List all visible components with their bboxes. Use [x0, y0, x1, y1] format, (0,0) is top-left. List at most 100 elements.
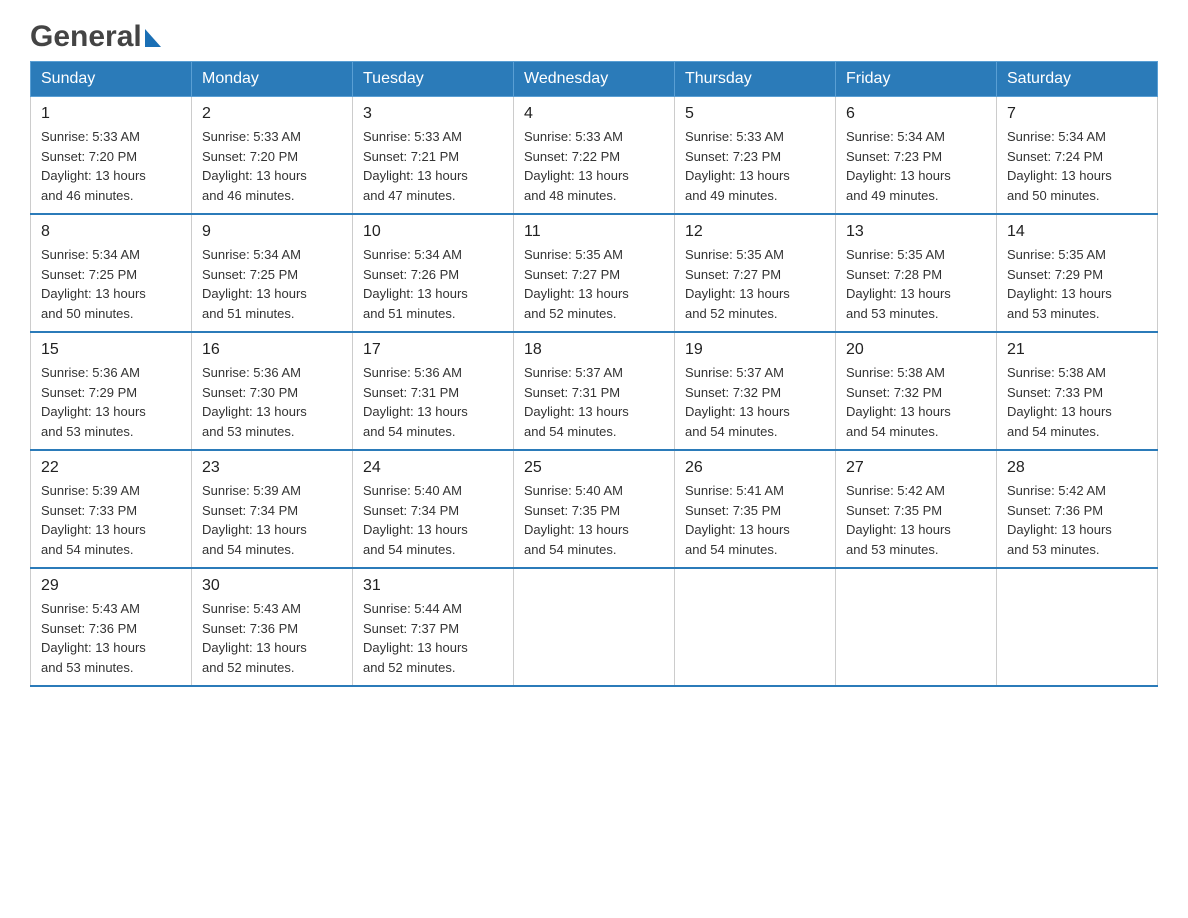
calendar-cell: 16 Sunrise: 5:36 AM Sunset: 7:30 PM Dayl… [192, 332, 353, 450]
day-number: 29 [41, 577, 181, 595]
day-info: Sunrise: 5:38 AM Sunset: 7:32 PM Dayligh… [846, 363, 986, 441]
day-info: Sunrise: 5:33 AM Sunset: 7:21 PM Dayligh… [363, 127, 503, 205]
calendar-table: SundayMondayTuesdayWednesdayThursdayFrid… [30, 61, 1158, 687]
day-info: Sunrise: 5:36 AM Sunset: 7:31 PM Dayligh… [363, 363, 503, 441]
day-info: Sunrise: 5:33 AM Sunset: 7:22 PM Dayligh… [524, 127, 664, 205]
calendar-cell [675, 568, 836, 686]
col-header-wednesday: Wednesday [514, 62, 675, 97]
day-number: 15 [41, 341, 181, 359]
col-header-monday: Monday [192, 62, 353, 97]
logo: General [30, 20, 161, 51]
calendar-cell: 28 Sunrise: 5:42 AM Sunset: 7:36 PM Dayl… [997, 450, 1158, 568]
day-info: Sunrise: 5:38 AM Sunset: 7:33 PM Dayligh… [1007, 363, 1147, 441]
calendar-cell: 20 Sunrise: 5:38 AM Sunset: 7:32 PM Dayl… [836, 332, 997, 450]
day-info: Sunrise: 5:36 AM Sunset: 7:30 PM Dayligh… [202, 363, 342, 441]
calendar-cell: 21 Sunrise: 5:38 AM Sunset: 7:33 PM Dayl… [997, 332, 1158, 450]
day-number: 3 [363, 105, 503, 123]
calendar-week-row: 22 Sunrise: 5:39 AM Sunset: 7:33 PM Dayl… [31, 450, 1158, 568]
day-number: 2 [202, 105, 342, 123]
calendar-cell: 27 Sunrise: 5:42 AM Sunset: 7:35 PM Dayl… [836, 450, 997, 568]
day-info: Sunrise: 5:43 AM Sunset: 7:36 PM Dayligh… [202, 599, 342, 677]
day-number: 6 [846, 105, 986, 123]
day-number: 30 [202, 577, 342, 595]
calendar-cell: 14 Sunrise: 5:35 AM Sunset: 7:29 PM Dayl… [997, 214, 1158, 332]
day-number: 23 [202, 459, 342, 477]
col-header-tuesday: Tuesday [353, 62, 514, 97]
day-info: Sunrise: 5:40 AM Sunset: 7:34 PM Dayligh… [363, 481, 503, 559]
logo-general-text: General [30, 20, 142, 53]
calendar-cell: 5 Sunrise: 5:33 AM Sunset: 7:23 PM Dayli… [675, 97, 836, 215]
col-header-thursday: Thursday [675, 62, 836, 97]
calendar-cell: 30 Sunrise: 5:43 AM Sunset: 7:36 PM Dayl… [192, 568, 353, 686]
day-number: 14 [1007, 223, 1147, 241]
calendar-cell: 13 Sunrise: 5:35 AM Sunset: 7:28 PM Dayl… [836, 214, 997, 332]
calendar-cell: 6 Sunrise: 5:34 AM Sunset: 7:23 PM Dayli… [836, 97, 997, 215]
day-info: Sunrise: 5:34 AM Sunset: 7:25 PM Dayligh… [202, 245, 342, 323]
day-info: Sunrise: 5:33 AM Sunset: 7:20 PM Dayligh… [41, 127, 181, 205]
day-number: 5 [685, 105, 825, 123]
day-info: Sunrise: 5:33 AM Sunset: 7:20 PM Dayligh… [202, 127, 342, 205]
day-number: 9 [202, 223, 342, 241]
calendar-header-row: SundayMondayTuesdayWednesdayThursdayFrid… [31, 62, 1158, 97]
calendar-cell: 11 Sunrise: 5:35 AM Sunset: 7:27 PM Dayl… [514, 214, 675, 332]
day-info: Sunrise: 5:39 AM Sunset: 7:34 PM Dayligh… [202, 481, 342, 559]
calendar-cell: 29 Sunrise: 5:43 AM Sunset: 7:36 PM Dayl… [31, 568, 192, 686]
day-number: 25 [524, 459, 664, 477]
day-number: 18 [524, 341, 664, 359]
calendar-cell: 24 Sunrise: 5:40 AM Sunset: 7:34 PM Dayl… [353, 450, 514, 568]
day-number: 11 [524, 223, 664, 241]
calendar-cell: 17 Sunrise: 5:36 AM Sunset: 7:31 PM Dayl… [353, 332, 514, 450]
page-header: General [30, 20, 1158, 51]
calendar-cell [836, 568, 997, 686]
calendar-cell: 15 Sunrise: 5:36 AM Sunset: 7:29 PM Dayl… [31, 332, 192, 450]
calendar-cell: 12 Sunrise: 5:35 AM Sunset: 7:27 PM Dayl… [675, 214, 836, 332]
day-info: Sunrise: 5:42 AM Sunset: 7:35 PM Dayligh… [846, 481, 986, 559]
day-info: Sunrise: 5:34 AM Sunset: 7:26 PM Dayligh… [363, 245, 503, 323]
calendar-cell: 3 Sunrise: 5:33 AM Sunset: 7:21 PM Dayli… [353, 97, 514, 215]
calendar-cell: 10 Sunrise: 5:34 AM Sunset: 7:26 PM Dayl… [353, 214, 514, 332]
calendar-cell: 19 Sunrise: 5:37 AM Sunset: 7:32 PM Dayl… [675, 332, 836, 450]
day-number: 19 [685, 341, 825, 359]
day-number: 10 [363, 223, 503, 241]
calendar-cell: 7 Sunrise: 5:34 AM Sunset: 7:24 PM Dayli… [997, 97, 1158, 215]
col-header-saturday: Saturday [997, 62, 1158, 97]
day-info: Sunrise: 5:35 AM Sunset: 7:27 PM Dayligh… [685, 245, 825, 323]
calendar-cell: 18 Sunrise: 5:37 AM Sunset: 7:31 PM Dayl… [514, 332, 675, 450]
day-info: Sunrise: 5:36 AM Sunset: 7:29 PM Dayligh… [41, 363, 181, 441]
day-number: 12 [685, 223, 825, 241]
day-info: Sunrise: 5:41 AM Sunset: 7:35 PM Dayligh… [685, 481, 825, 559]
day-info: Sunrise: 5:37 AM Sunset: 7:32 PM Dayligh… [685, 363, 825, 441]
day-info: Sunrise: 5:35 AM Sunset: 7:28 PM Dayligh… [846, 245, 986, 323]
calendar-cell: 9 Sunrise: 5:34 AM Sunset: 7:25 PM Dayli… [192, 214, 353, 332]
day-number: 22 [41, 459, 181, 477]
day-info: Sunrise: 5:42 AM Sunset: 7:36 PM Dayligh… [1007, 481, 1147, 559]
calendar-cell: 1 Sunrise: 5:33 AM Sunset: 7:20 PM Dayli… [31, 97, 192, 215]
calendar-cell: 2 Sunrise: 5:33 AM Sunset: 7:20 PM Dayli… [192, 97, 353, 215]
day-info: Sunrise: 5:33 AM Sunset: 7:23 PM Dayligh… [685, 127, 825, 205]
calendar-cell [997, 568, 1158, 686]
day-info: Sunrise: 5:34 AM Sunset: 7:25 PM Dayligh… [41, 245, 181, 323]
calendar-week-row: 1 Sunrise: 5:33 AM Sunset: 7:20 PM Dayli… [31, 97, 1158, 215]
day-info: Sunrise: 5:39 AM Sunset: 7:33 PM Dayligh… [41, 481, 181, 559]
day-number: 4 [524, 105, 664, 123]
day-info: Sunrise: 5:43 AM Sunset: 7:36 PM Dayligh… [41, 599, 181, 677]
day-number: 17 [363, 341, 503, 359]
calendar-cell [514, 568, 675, 686]
day-info: Sunrise: 5:35 AM Sunset: 7:29 PM Dayligh… [1007, 245, 1147, 323]
day-number: 13 [846, 223, 986, 241]
day-info: Sunrise: 5:34 AM Sunset: 7:23 PM Dayligh… [846, 127, 986, 205]
calendar-cell: 26 Sunrise: 5:41 AM Sunset: 7:35 PM Dayl… [675, 450, 836, 568]
calendar-week-row: 29 Sunrise: 5:43 AM Sunset: 7:36 PM Dayl… [31, 568, 1158, 686]
day-info: Sunrise: 5:34 AM Sunset: 7:24 PM Dayligh… [1007, 127, 1147, 205]
col-header-friday: Friday [836, 62, 997, 97]
day-number: 7 [1007, 105, 1147, 123]
day-number: 8 [41, 223, 181, 241]
day-info: Sunrise: 5:44 AM Sunset: 7:37 PM Dayligh… [363, 599, 503, 677]
day-number: 21 [1007, 341, 1147, 359]
day-info: Sunrise: 5:35 AM Sunset: 7:27 PM Dayligh… [524, 245, 664, 323]
day-number: 26 [685, 459, 825, 477]
day-number: 1 [41, 105, 181, 123]
day-number: 16 [202, 341, 342, 359]
day-number: 31 [363, 577, 503, 595]
calendar-cell: 4 Sunrise: 5:33 AM Sunset: 7:22 PM Dayli… [514, 97, 675, 215]
